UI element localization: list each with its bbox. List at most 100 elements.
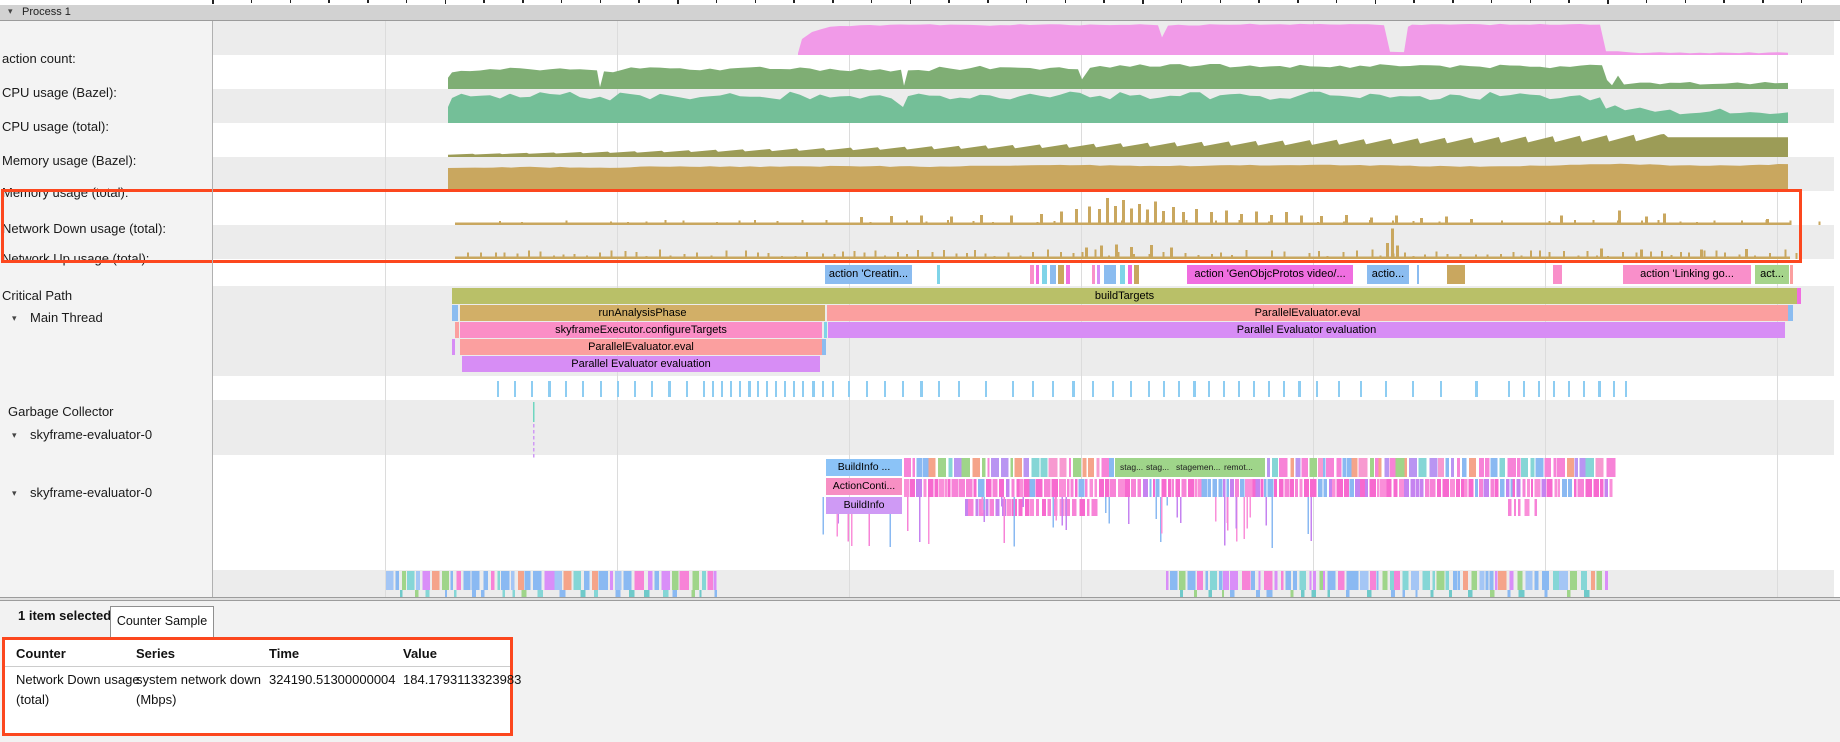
ruler-tick (1607, 0, 1609, 4)
critical-path-block[interactable] (1120, 265, 1125, 284)
ruler-tick (1646, 0, 1648, 3)
ruler-tick (1568, 0, 1570, 3)
critical-path-block[interactable] (1092, 265, 1095, 284)
ruler-tick (832, 0, 834, 3)
timeline-row[interactable] (213, 157, 1834, 191)
ruler-tick (1065, 0, 1067, 3)
critical-path-block[interactable] (1790, 265, 1793, 284)
thread-span[interactable]: ParallelEvaluator.eval (460, 339, 822, 355)
counter-sample-table: Counter Series Time Value Network Down u… (2, 637, 513, 736)
ruler-tick (677, 0, 679, 4)
ruler-tick (445, 0, 447, 4)
critical-path-block[interactable] (1553, 265, 1562, 284)
ruler-tick (561, 0, 563, 3)
thread-span[interactable]: ActionConti... (826, 478, 902, 495)
critical-path-block[interactable] (1097, 265, 1100, 284)
track-label[interactable]: action count: (2, 50, 76, 68)
track-label[interactable]: CPU usage (Bazel): (2, 84, 117, 102)
col-header-series[interactable]: Series (136, 646, 175, 661)
thread-span[interactable]: runAnalysisPhase (460, 305, 825, 321)
cell-time: 324190.51300000004 (269, 672, 396, 687)
track-label[interactable]: Network Up usage (total): (2, 250, 149, 268)
tab-counter-sample[interactable]: Counter Sample (1) (110, 606, 214, 637)
thread-span[interactable]: buildTargets (452, 288, 1797, 304)
critical-path-block[interactable] (1042, 265, 1047, 284)
critical-path-block[interactable] (937, 265, 940, 284)
thread-span[interactable] (452, 305, 458, 321)
track-label[interactable]: Garbage Collector (8, 403, 114, 421)
critical-path-block[interactable]: act... (1755, 265, 1789, 284)
selection-status: 1 item selected. (18, 608, 115, 623)
timeline-row[interactable] (213, 21, 1834, 55)
track-label[interactable]: skyframe-evaluator-0 (30, 484, 152, 502)
thread-span[interactable] (452, 339, 455, 355)
critical-path-block[interactable] (1447, 265, 1465, 284)
ruler-tick (367, 0, 369, 3)
thread-span[interactable] (455, 322, 459, 338)
ruler-tick (1258, 0, 1260, 3)
ruler-tick (910, 0, 912, 4)
cell-counter-line1: Network Down usage (16, 672, 140, 687)
track-label[interactable]: Memory usage (Bazel): (2, 152, 136, 170)
track-label[interactable]: Critical Path (2, 287, 72, 305)
details-panel: 1 item selected. Counter Sample (1) Coun… (0, 601, 1840, 742)
col-header-value[interactable]: Value (403, 646, 437, 661)
ruler-tick (406, 0, 408, 3)
thread-span[interactable]: BuildInfo (826, 497, 902, 514)
ruler-tick (1723, 0, 1725, 3)
table-header-separator (5, 666, 510, 667)
critical-path-block[interactable] (1134, 265, 1139, 284)
critical-path-block[interactable] (1066, 265, 1070, 284)
ruler-tick (1336, 0, 1338, 3)
thread-span[interactable] (1788, 305, 1793, 321)
collapse-icon[interactable]: ▾ (12, 426, 17, 444)
thread-span[interactable]: skyframeExecutor.configureTargets (460, 322, 822, 338)
critical-path-block[interactable] (1036, 265, 1039, 284)
timeline-row[interactable] (213, 400, 1834, 455)
thread-span[interactable] (824, 322, 827, 338)
ruler-tick (290, 0, 292, 3)
stag-label: stagemen... (1176, 462, 1220, 472)
critical-path-block[interactable]: action 'Creatin... (825, 265, 912, 284)
cell-counter-line2: (total) (16, 692, 49, 707)
critical-path-block[interactable] (1128, 265, 1132, 284)
ruler-tick (1413, 0, 1415, 3)
ruler-tick (328, 0, 330, 3)
ruler-tick (948, 0, 950, 3)
track-label[interactable]: CPU usage (total): (2, 118, 109, 136)
thread-span[interactable] (822, 339, 826, 355)
critical-path-block[interactable] (1104, 265, 1116, 284)
collapse-icon[interactable]: ▾ (8, 6, 13, 17)
ruler-tick (1297, 0, 1299, 3)
col-header-counter[interactable]: Counter (16, 646, 66, 661)
timeline-row[interactable] (213, 225, 1834, 259)
collapse-icon[interactable]: ▾ (12, 309, 17, 327)
track-label[interactable]: Memory usage (total): (2, 184, 128, 202)
critical-path-block[interactable]: actio... (1367, 265, 1409, 284)
thread-span[interactable] (1797, 288, 1801, 304)
critical-path-block[interactable] (1030, 265, 1034, 284)
track-label[interactable]: Main Thread (30, 309, 103, 327)
critical-path-block[interactable] (1417, 265, 1419, 284)
timeline-row[interactable] (213, 89, 1834, 123)
col-header-time[interactable]: Time (269, 646, 299, 661)
track-label[interactable]: Network Down usage (total): (2, 220, 166, 238)
track-label[interactable]: skyframe-evaluator-0 (30, 426, 152, 444)
process-header[interactable]: ▾ Process 1 (0, 5, 1840, 21)
stag-label: stag... (1146, 462, 1169, 472)
critical-path-block[interactable]: action 'GenObjcProtos video/... (1187, 265, 1353, 284)
collapse-icon[interactable]: ▾ (12, 484, 17, 502)
critical-path-block[interactable] (1058, 265, 1064, 284)
ruler-tick (1026, 0, 1028, 3)
timeline-row[interactable] (213, 570, 1834, 597)
ruler-tick (1491, 0, 1493, 3)
thread-span[interactable]: ParallelEvaluator.eval (827, 305, 1788, 321)
sidebar-divider (212, 21, 213, 597)
thread-span[interactable]: Parallel Evaluator evaluation (828, 322, 1785, 338)
thread-span[interactable]: BuildInfo ... (826, 459, 902, 476)
critical-path-block[interactable]: action 'Linking go... (1623, 265, 1751, 284)
thread-span[interactable]: Parallel Evaluator evaluation (462, 356, 820, 372)
cell-value: 184.1793113323983 (403, 672, 521, 687)
ruler-tick (1452, 0, 1454, 3)
critical-path-block[interactable] (1050, 265, 1056, 284)
